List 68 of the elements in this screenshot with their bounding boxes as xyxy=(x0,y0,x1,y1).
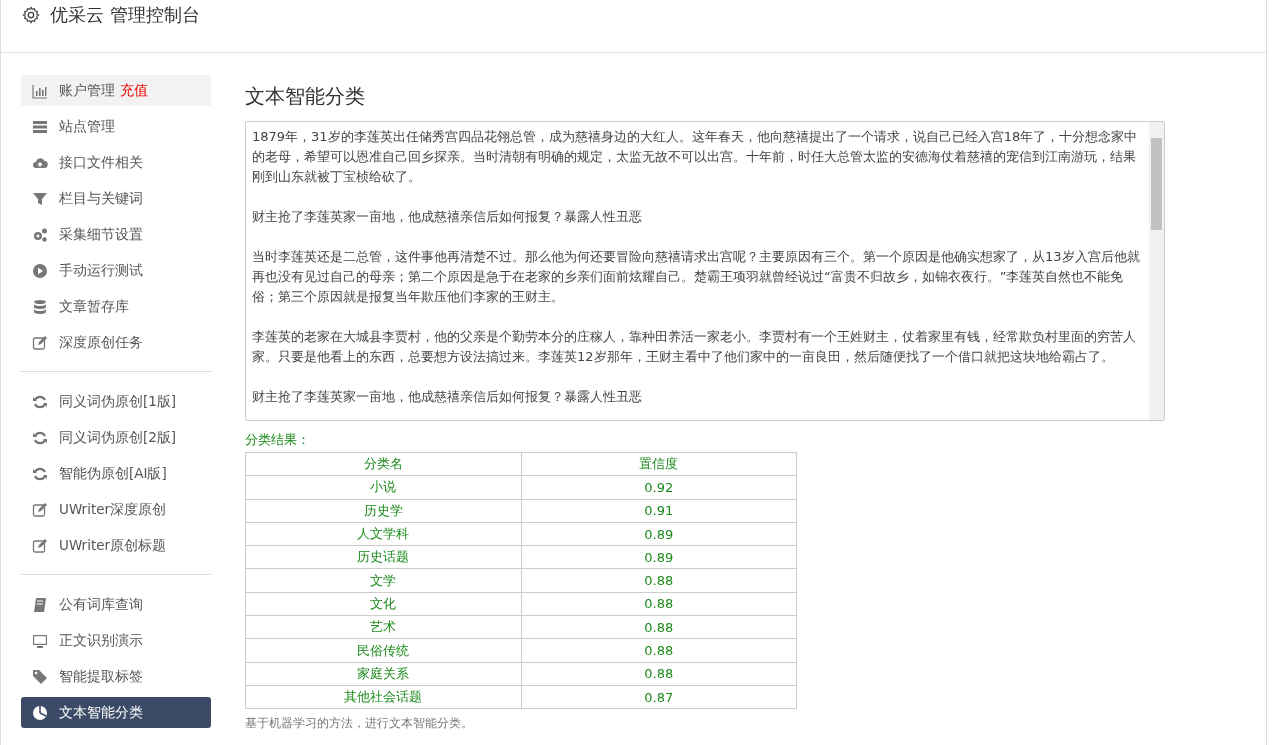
paragraph: 1879年，31岁的李莲英出任储秀宫四品花翎总管，成为慈禧身边的大红人。这年春天，他向慈禧提出了一个请求，说自己已经入宫18年了，十分想念家中的老母，希望可以恩准自己回乡探亲。当时清朝有明确的规定，太监无故不可以出宫。十年前，时任大总管太监的安德海仗着慈禧的宠信到江南游玩，结果刚到山东就被丁宝桢给砍了。 xyxy=(252,128,1139,186)
gears-icon xyxy=(32,226,48,243)
table-cell: 文化 xyxy=(245,592,521,616)
sidebar-item[interactable]: 站点管理 xyxy=(21,111,211,142)
sidebar-item[interactable]: 采集细节设置 xyxy=(21,219,211,250)
sidebar-item[interactable]: 账户管理 充值 xyxy=(21,75,211,106)
refresh-icon xyxy=(32,429,48,446)
monitor-icon xyxy=(32,632,48,649)
table-cell: 0.88 xyxy=(521,569,797,593)
table-cell: 人文学科 xyxy=(245,522,521,546)
text-input-field[interactable] xyxy=(245,121,1165,421)
sidebar-item[interactable]: 公有词库查询 xyxy=(21,589,211,620)
edit-icon xyxy=(32,501,48,518)
sidebar-item[interactable]: 文章暂存库 xyxy=(21,291,211,322)
column-header: 分类名 xyxy=(245,452,521,476)
footnote: 基于机器学习的方法，进行文本智能分类。 xyxy=(245,715,474,733)
sidebar-item[interactable]: 智能伪原创[AI版] xyxy=(21,458,211,489)
scrollbar[interactable] xyxy=(1149,122,1164,420)
table-cell: 文学 xyxy=(245,569,521,593)
sidebar-item[interactable]: UWriter深度原创 xyxy=(21,494,211,525)
paragraph: 财主抢了李莲英家一亩地，他成慈禧亲信后如何报复？暴露人性丑恶 xyxy=(252,208,643,226)
table-cell: 0.89 xyxy=(521,522,797,546)
settings-icon xyxy=(22,6,40,24)
sidebar-item[interactable]: 深度原创任务 xyxy=(21,327,211,358)
table-cell: 0.88 xyxy=(521,592,797,616)
paragraph: 财主抢了李莲英家一亩地，他成慈禧亲信后如何报复？暴露人性丑恶 xyxy=(252,388,643,406)
sidebar-item[interactable]: 手动运行测试 xyxy=(21,255,211,286)
table-cell: 0.87 xyxy=(521,685,797,709)
sidebar-item[interactable]: 智能提取标签 xyxy=(21,661,211,692)
server-icon xyxy=(32,118,48,135)
table-cell: 0.89 xyxy=(521,545,797,569)
sidebar-item[interactable]: 正文识别演示 xyxy=(21,625,211,656)
sidebar-item[interactable]: 文本智能分类 xyxy=(21,697,211,728)
table-cell: 小说 xyxy=(245,475,521,500)
paragraph: 当时李莲英还是二总管，这件事他再清楚不过。那么他为何还要冒险向慈禧请求出宫呢？主要原因有三个。第一个原因是他确实想家了，从13岁入宫后他就再也没有见过自己的母亲；第二个原因是急于在老家的乡亲们面前炫耀自己。楚霸王项羽就曾经说过“富贵不归故乡，如锦衣夜行。”李莲英自然也不能免俗；第三个原因就是报复当年欺压他们李家的王财主。 xyxy=(252,248,1141,306)
result-label: 分类结果： xyxy=(245,431,311,449)
refresh-icon xyxy=(32,393,48,410)
edit-icon xyxy=(32,537,48,554)
paragraph: 李莲英的老家在大城县李贾村，他的父亲是个勤劳本分的庄稼人，靠种田养活一家老小。李贾村有一个王姓财主，仗着家里有钱，经常欺负村里面的穷苦人家。只要是他看上的东西，总要想方设法搞过来。李莲英12岁那年，王财主看中了他们家中的一亩良田，然后随便找了一个借口就把这块地给霸占了。 xyxy=(252,328,1137,366)
table-cell: 0.88 xyxy=(521,638,797,663)
edit-icon xyxy=(32,334,48,351)
table-cell: 家庭关系 xyxy=(245,662,521,686)
table-cell: 历史学 xyxy=(245,499,521,523)
table-cell: 0.92 xyxy=(521,475,797,500)
tag-icon xyxy=(32,668,48,685)
recharge-link[interactable]: 充值 xyxy=(120,81,148,100)
table-cell: 0.88 xyxy=(521,615,797,639)
table-cell: 0.91 xyxy=(521,499,797,523)
table-cell: 历史话题 xyxy=(245,545,521,569)
sidebar-item[interactable]: 接口文件相关 xyxy=(21,147,211,178)
sidebar-item[interactable]: 同义词伪原创[2版] xyxy=(21,422,211,453)
table-cell: 艺术 xyxy=(245,615,521,639)
table-cell: 其他社会话题 xyxy=(245,685,521,709)
page-title: 文本智能分类 xyxy=(245,83,366,110)
sidebar-item[interactable]: 同义词伪原创[1版] xyxy=(21,386,211,417)
table-cell: 0.88 xyxy=(521,662,797,686)
filter-icon xyxy=(32,190,48,207)
refresh-icon xyxy=(32,465,48,482)
column-header: 置信度 xyxy=(521,452,797,476)
sidebar-item[interactable]: UWriter原创标题 xyxy=(21,530,211,561)
play-icon xyxy=(32,262,48,279)
chart-icon xyxy=(32,82,48,99)
table-cell: 民俗传统 xyxy=(245,638,521,663)
book-icon xyxy=(32,596,48,613)
sidebar-item[interactable]: 栏目与关键词 xyxy=(21,183,211,214)
pie-icon xyxy=(32,704,48,721)
database-icon xyxy=(32,298,48,315)
app-title: 优采云 管理控制台 xyxy=(50,3,200,27)
